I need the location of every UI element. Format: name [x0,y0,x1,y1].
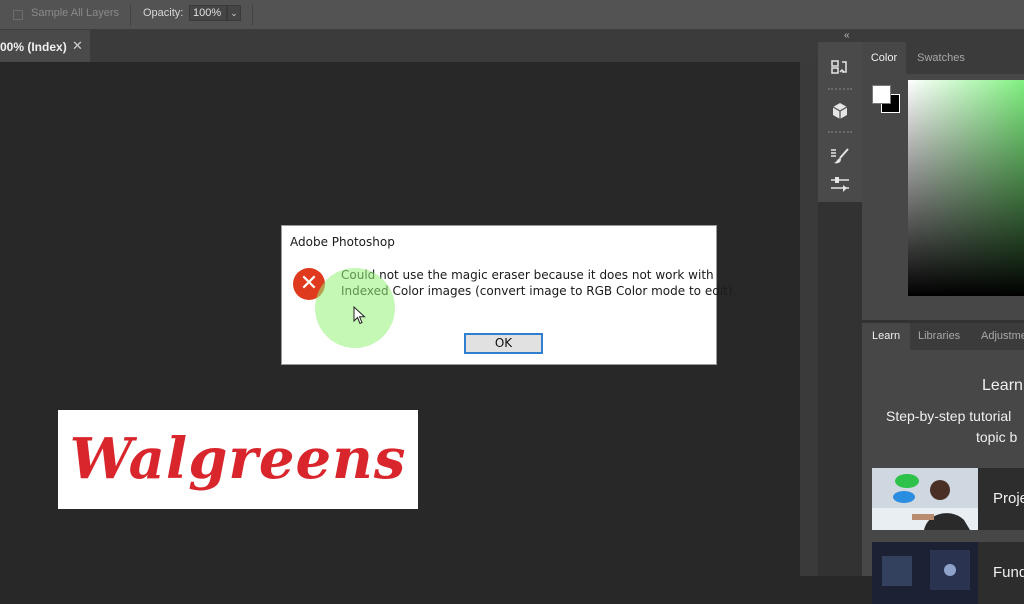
tab-libraries[interactable]: Libraries [918,323,960,350]
properties-icon[interactable] [828,174,852,196]
document-tab-bar: 00% (Index) ✕ [0,30,818,62]
opacity-label: Opacity: [143,7,184,19]
divider [130,4,131,26]
learn-subtitle: Step-by-step tutorial [886,408,1012,424]
sample-all-layers-label: Sample All Layers [31,7,120,19]
color-panel: Color Swatches [862,42,1024,320]
divider [828,131,852,135]
dialog-title: Adobe Photoshop [290,235,395,249]
mouse-cursor-icon [353,306,366,325]
dock-header [818,30,862,42]
foreground-color-swatch[interactable] [872,85,891,104]
options-bar: Sample All Layers Opacity: 100% ⌄ [0,0,1024,30]
learn-card[interactable]: Fund [872,542,1024,604]
vertical-scrollbar[interactable] [800,62,818,576]
sample-all-layers-checkbox[interactable] [13,10,23,20]
learn-panel-tabs: Learn Libraries Adjustme [862,323,1024,350]
dialog-message-line-1: Could not use the magic eraser because i… [341,268,714,282]
learn-card-label: Proje [993,490,1024,507]
dock-empty-area [818,202,862,576]
tab-color[interactable]: Color [862,42,906,74]
dialog-message-line-2: Indexed Color images (convert image to R… [341,284,737,298]
tab-adjustments[interactable]: Adjustme [981,323,1024,350]
walgreens-logo-image: Walgreens [58,410,418,509]
learn-subtitle-continued: topic b [976,429,1018,445]
document-tab-label: 00% (Index) [0,40,67,54]
learn-card[interactable]: Proje [872,468,1024,530]
card-thumbnail [872,542,978,604]
brush-presets-icon[interactable] [828,145,852,167]
learn-panel: Learn Libraries Adjustme Learn Step-by-s… [862,323,1024,604]
logo-wordmark: Walgreens [69,426,407,492]
tab-swatches[interactable]: Swatches [910,42,972,74]
color-panel-tabs: Color Swatches [862,42,1024,74]
divider [252,4,253,26]
error-dialog: Adobe Photoshop ✕ Could not use the magi… [281,225,736,365]
divider [828,88,852,92]
color-picker-field[interactable] [908,80,1024,296]
error-icon: ✕ [293,268,325,300]
history-icon[interactable] [828,57,852,79]
card-thumbnail [872,468,978,530]
document-tab[interactable]: 00% (Index) ✕ [0,30,90,62]
3d-icon[interactable] [828,100,852,122]
collapse-icon[interactable]: « [844,30,850,41]
panel-header [862,30,1024,42]
ok-button[interactable]: OK [464,333,543,354]
learn-card-label: Fund [993,564,1024,581]
learn-heading: Learn [982,377,1023,394]
panel-icon-strip [818,42,862,202]
close-icon[interactable]: ✕ [72,38,83,54]
tab-learn[interactable]: Learn [862,323,911,350]
chevron-down-icon[interactable]: ⌄ [227,5,241,21]
opacity-input[interactable]: 100% [189,5,227,21]
